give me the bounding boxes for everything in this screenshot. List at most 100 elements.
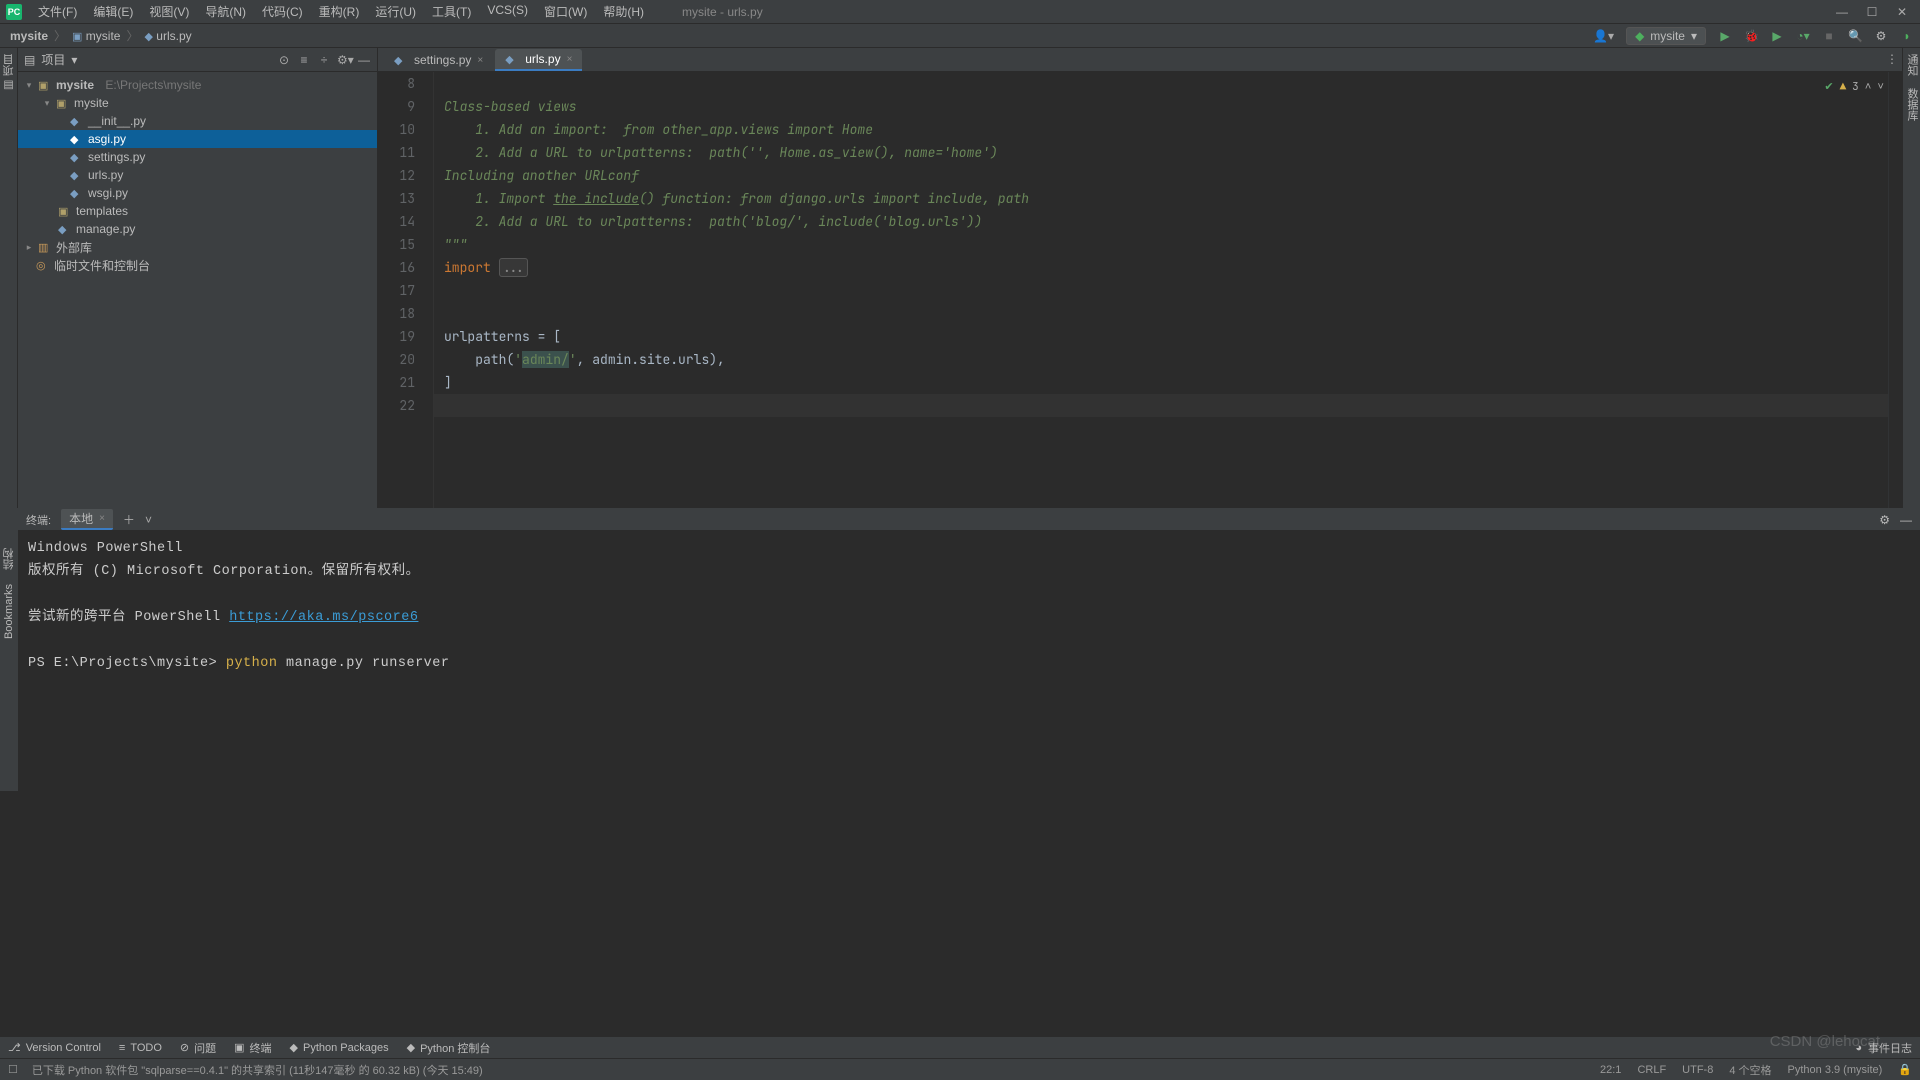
tool-todo[interactable]: ≡TODO — [119, 1042, 162, 1054]
new-terminal-icon[interactable]: ＋ — [123, 511, 135, 528]
project-tool-stripe[interactable]: ▤ 项目 — [0, 48, 18, 508]
expand-icon[interactable]: ≡ — [297, 53, 311, 67]
terminal-body[interactable]: Windows PowerShell 版权所有 (C) Microsoft Co… — [18, 531, 1920, 791]
database-tool[interactable]: 数据库 — [1903, 82, 1920, 127]
structure-tool[interactable]: 结构 — [1, 548, 17, 570]
tree-file[interactable]: ◆wsgi.py — [18, 184, 377, 202]
event-log[interactable]: ◕事件日志 — [1855, 1040, 1912, 1056]
terminal-chevron-icon[interactable]: ˅ — [145, 513, 152, 527]
tree-templates[interactable]: ▣templates — [18, 202, 377, 220]
bookmarks-tool[interactable]: Bookmarks — [3, 584, 15, 639]
crumb-file[interactable]: ◆ urls.py — [140, 29, 195, 43]
tree-scratch[interactable]: ◎临时文件和控制台 — [18, 256, 377, 274]
tree-ext-libs[interactable]: ▸▥外部库 — [18, 238, 377, 256]
run-config-select[interactable]: ◆ mysite ▾ — [1626, 27, 1706, 45]
tree-file[interactable]: ◆urls.py — [18, 166, 377, 184]
status-encoding[interactable]: UTF-8 — [1682, 1064, 1713, 1076]
menu-refactor[interactable]: 重构(R) — [311, 3, 368, 20]
chevron-down-icon[interactable]: ▾ — [71, 53, 77, 67]
editor: ◆settings.py× ◆urls.py× ⋮ ✔ ▲3 ˄˅ 891011… — [378, 48, 1902, 508]
menu-vcs[interactable]: VCS(S) — [479, 3, 536, 20]
chevron-down-icon[interactable]: ˅ — [1877, 76, 1884, 99]
terminal-line: 尝试新的跨平台 PowerShell https://aka.ms/pscore… — [28, 606, 1910, 629]
profile-icon[interactable]: ◔▾ — [1796, 29, 1810, 43]
project-tool-label: ▤ 项目 — [0, 48, 18, 98]
menu-tools[interactable]: 工具(T) — [424, 3, 479, 20]
menu-window[interactable]: 窗口(W) — [536, 3, 595, 20]
settings-icon[interactable]: ⚙ — [1874, 29, 1888, 43]
hide-icon[interactable]: — — [357, 53, 371, 67]
locate-icon[interactable]: ⊙ — [277, 53, 291, 67]
crumb-project[interactable]: mysite — [6, 29, 52, 43]
menu-run[interactable]: 运行(U) — [367, 3, 424, 20]
python-file-icon: ◆ — [505, 53, 519, 66]
vcs-icon: ⎇ — [8, 1041, 21, 1054]
coverage-icon[interactable]: ▶ — [1770, 29, 1784, 43]
tree-manage[interactable]: ◆manage.py — [18, 220, 377, 238]
chevron-down-icon: ▾ — [24, 80, 34, 91]
pscore-link[interactable]: https://aka.ms/pscore6 — [229, 610, 418, 625]
inspection-widget[interactable]: ✔ ▲3 ˄˅ — [1824, 76, 1884, 99]
stop-icon[interactable]: ■ — [1822, 29, 1836, 43]
status-interpreter[interactable]: Python 3.9 (mysite) — [1788, 1064, 1883, 1076]
tree-file[interactable]: ◆settings.py — [18, 148, 377, 166]
minimize-icon[interactable]: — — [1836, 6, 1848, 18]
terminal-tab-local[interactable]: 本地× — [61, 509, 113, 530]
tool-problems[interactable]: ⊘问题 — [180, 1040, 216, 1056]
close-tab-icon[interactable]: × — [477, 55, 483, 66]
tab-more-icon[interactable]: ⋮ — [1886, 52, 1898, 66]
menu-help[interactable]: 帮助(H) — [595, 3, 652, 20]
menu-code[interactable]: 代码(C) — [254, 3, 311, 20]
tool-python-packages[interactable]: ◆Python Packages — [290, 1041, 389, 1054]
status-toggle-icon[interactable]: ☐ — [8, 1063, 18, 1076]
tree-file-selected[interactable]: ◆asgi.py — [18, 130, 377, 148]
run-config-label: mysite — [1650, 29, 1685, 43]
tool-version-control[interactable]: ⎇Version Control — [8, 1041, 101, 1054]
error-stripe[interactable] — [1888, 72, 1902, 508]
project-tree: ▾▣mysite E:\Projects\mysite ▾▣mysite ◆__… — [18, 72, 377, 278]
tool-python-console[interactable]: ◆Python 控制台 — [407, 1040, 491, 1056]
collapse-icon[interactable]: ÷ — [317, 53, 331, 67]
code-area[interactable]: ✔ ▲3 ˄˅ 8910111213141516171819202122 Cla… — [378, 72, 1902, 508]
close-tab-icon[interactable]: × — [99, 513, 105, 524]
tab-settings[interactable]: ◆settings.py× — [384, 49, 493, 71]
chevron-up-icon[interactable]: ˄ — [1865, 76, 1872, 99]
assist-icon[interactable]: ◗ — [1900, 29, 1914, 43]
debug-icon[interactable]: 🐞 — [1744, 29, 1758, 43]
tree-root[interactable]: ▾▣mysite E:\Projects\mysite — [18, 76, 377, 94]
notifications-tool[interactable]: 通知 — [1903, 48, 1920, 82]
django-icon: ◆ — [1635, 29, 1644, 43]
code-text[interactable]: Class-based views 1. Add an import: from… — [434, 72, 1888, 508]
python-file-icon: ◆ — [70, 169, 84, 182]
chevron-down-icon: ▾ — [42, 98, 52, 109]
gear-icon[interactable]: ⚙▾ — [337, 53, 351, 67]
terminal-hide-icon[interactable]: — — [1900, 513, 1912, 527]
status-position[interactable]: 22:1 — [1600, 1064, 1621, 1076]
maximize-icon[interactable]: ☐ — [1866, 6, 1878, 18]
run-icon[interactable]: ▶ — [1718, 29, 1732, 43]
menu-view[interactable]: 视图(V) — [141, 3, 197, 20]
terminal-gear-icon[interactable]: ⚙ — [1879, 513, 1890, 527]
search-icon[interactable]: 🔍 — [1848, 29, 1862, 43]
terminal-line: PS E:\Projects\mysite> python manage.py … — [28, 652, 1910, 675]
folder-icon: ▣ — [38, 79, 52, 92]
close-tab-icon[interactable]: × — [567, 54, 573, 65]
close-icon[interactable]: ✕ — [1896, 6, 1908, 18]
problems-icon: ⊘ — [180, 1041, 189, 1054]
tree-file[interactable]: ◆__init__.py — [18, 112, 377, 130]
tool-terminal[interactable]: ▣终端 — [234, 1040, 271, 1056]
status-lock-icon[interactable]: 🔒 — [1898, 1063, 1912, 1076]
crumb-folder[interactable]: ▣ mysite — [68, 29, 124, 43]
menu-edit[interactable]: 编辑(E) — [85, 3, 141, 20]
crumb-sep-icon: 〉 — [124, 27, 140, 44]
terminal-line: Windows PowerShell — [28, 537, 1910, 560]
user-icon[interactable]: 👤▾ — [1593, 29, 1614, 43]
status-eol[interactable]: CRLF — [1637, 1064, 1666, 1076]
check-icon: ✔ — [1824, 76, 1833, 99]
tree-pkg[interactable]: ▾▣mysite — [18, 94, 377, 112]
menu-navigate[interactable]: 导航(N) — [197, 3, 254, 20]
status-indent[interactable]: 4 个空格 — [1729, 1062, 1771, 1078]
todo-icon: ≡ — [119, 1042, 125, 1054]
menu-file[interactable]: 文件(F) — [30, 3, 85, 20]
tab-urls[interactable]: ◆urls.py× — [495, 49, 582, 71]
